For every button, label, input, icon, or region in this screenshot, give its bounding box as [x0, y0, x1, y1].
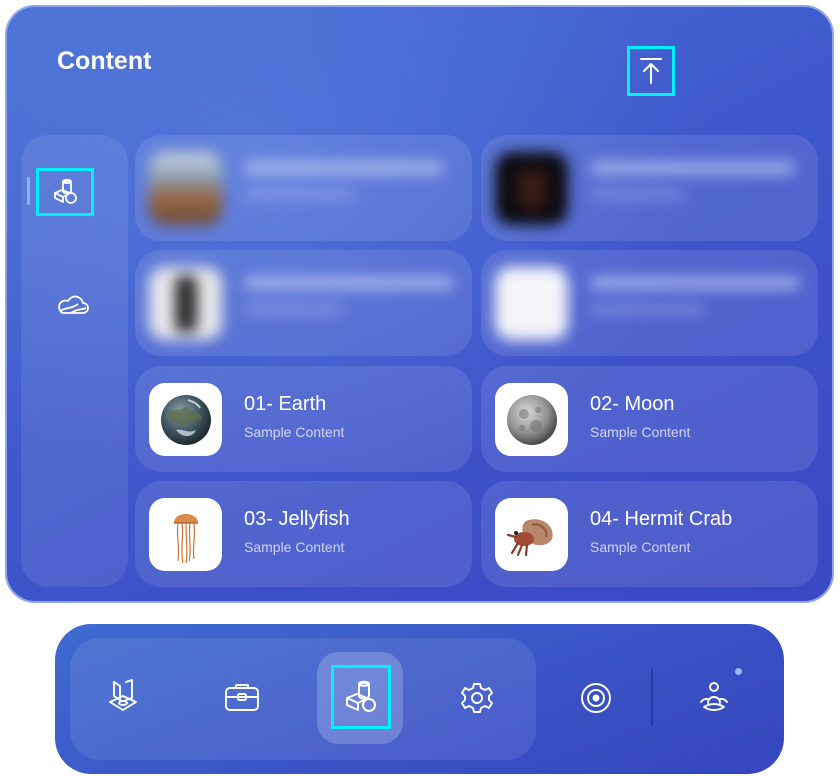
- card-thumbnail: [149, 267, 222, 340]
- card-texts: 02- Moon Sample Content: [590, 393, 690, 440]
- dock-button-profile[interactable]: [689, 673, 739, 723]
- notification-dot: [735, 668, 742, 675]
- sidebar: [21, 135, 128, 587]
- upload-button[interactable]: [627, 46, 675, 96]
- card-texts: 04- Hermit Crab Sample Content: [590, 508, 732, 555]
- earth-thumbnail: [149, 383, 222, 456]
- content-panel: Content 01- Earth Sample Content 02- Moo…: [5, 5, 834, 603]
- card-subtitle: Sample Content: [590, 424, 691, 440]
- sidebar-selection-indicator: [27, 177, 30, 205]
- card-subtitle: Sample Content: [244, 424, 345, 440]
- objects-icon: [343, 679, 379, 715]
- card-title: 01- Earth: [244, 393, 327, 415]
- dock-button-toolbox[interactable]: [217, 672, 267, 722]
- jellyfish-thumbnail: [149, 498, 222, 571]
- card-thumbnail: [149, 152, 222, 225]
- card-title: 04- Hermit Crab: [590, 508, 733, 530]
- cloud-icon: [56, 294, 90, 316]
- card-texts: 01- Earth Sample Content: [244, 393, 344, 440]
- card-subtitle: Sample Content: [590, 539, 691, 555]
- content-card[interactable]: [135, 250, 472, 356]
- card-texts: [590, 162, 795, 199]
- card-subtitle: Sample Content: [244, 539, 345, 555]
- card-texts: [244, 162, 444, 199]
- person-meditate-icon: [696, 680, 732, 716]
- content-card[interactable]: [481, 135, 818, 241]
- card-thumbnail: [495, 267, 568, 340]
- page-title: Content: [57, 47, 152, 75]
- content-card[interactable]: [481, 250, 818, 356]
- sidebar-item-cloud[interactable]: [51, 287, 95, 323]
- moon-thumbnail: [495, 383, 568, 456]
- dock-divider: [651, 668, 653, 726]
- card-texts: [244, 277, 454, 314]
- card-texts: 03- Jellyfish Sample Content: [244, 508, 350, 555]
- content-card[interactable]: [135, 135, 472, 241]
- dock-button-spaces[interactable]: [98, 672, 148, 722]
- toolbox-icon: [223, 681, 261, 713]
- card-thumbnail: [495, 152, 568, 225]
- settings-gear-icon: [460, 681, 494, 715]
- dock-button-settings[interactable]: [452, 673, 502, 723]
- dock-button-target[interactable]: [571, 673, 621, 723]
- objects-icon: [50, 177, 80, 207]
- card-title: 02- Moon: [590, 393, 675, 415]
- card-title: 03- Jellyfish: [244, 508, 350, 530]
- upload-icon: [638, 56, 664, 86]
- bottom-dock: [55, 624, 784, 774]
- card-texts: [590, 277, 800, 314]
- content-card-hermit-crab[interactable]: 04- Hermit Crab Sample Content: [481, 481, 818, 587]
- hermit-crab-thumbnail: [495, 498, 568, 571]
- content-card-jellyfish[interactable]: 03- Jellyfish Sample Content: [135, 481, 472, 587]
- sidebar-item-objects[interactable]: [36, 168, 94, 216]
- dock-button-objects[interactable]: [331, 665, 391, 729]
- target-icon: [579, 681, 613, 715]
- spaces-icon: [106, 678, 140, 716]
- content-card-moon[interactable]: 02- Moon Sample Content: [481, 366, 818, 472]
- content-card-earth[interactable]: 01- Earth Sample Content: [135, 366, 472, 472]
